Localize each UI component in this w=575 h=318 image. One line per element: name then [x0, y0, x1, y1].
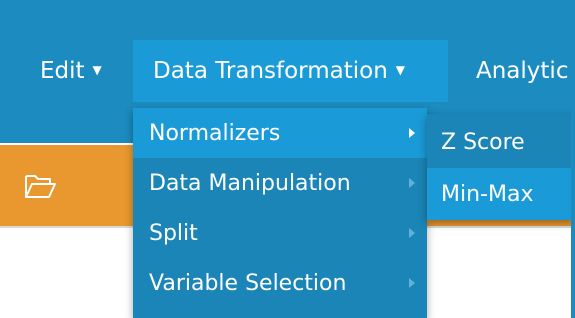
submenu-item-min-max[interactable]: Min-Max: [427, 168, 575, 220]
menu-item-variable-selection[interactable]: Variable Selection: [133, 258, 427, 308]
submenu-item-label: Min-Max: [441, 181, 534, 207]
menu-item-split[interactable]: Split: [133, 208, 427, 258]
chevron-right-icon: [409, 128, 415, 138]
nav-data-transformation-menu[interactable]: Data Transformation ▼: [133, 40, 448, 102]
menu-item-label: Data Manipulation: [149, 170, 351, 196]
submenu-item-label: Z Score: [441, 129, 525, 155]
nav-data-transformation-label: Data Transformation: [153, 58, 388, 84]
menu-item-data-manipulation[interactable]: Data Manipulation: [133, 158, 427, 208]
normalizers-submenu: Z Score Min-Max: [427, 114, 575, 220]
nav-edit-menu[interactable]: Edit ▼: [22, 40, 120, 102]
caret-down-icon: ▼: [92, 63, 102, 77]
nav-analytics-label: Analytic: [476, 58, 569, 84]
menu-item-label: Split: [149, 220, 198, 246]
menu-item-label: Normalizers: [149, 120, 281, 146]
chevron-right-icon: [409, 278, 415, 288]
menu-item-label: Variable Selection: [149, 270, 347, 296]
caret-down-icon: ▼: [395, 63, 406, 77]
menu-item-normalizers[interactable]: Normalizers: [133, 108, 427, 158]
chevron-right-icon: [409, 178, 415, 188]
app-window: Edit ▼ Data Transformation ▼ Analytic No…: [0, 0, 575, 318]
nav-analytics-menu[interactable]: Analytic: [476, 40, 568, 102]
nav-edit-label: Edit: [40, 58, 85, 84]
data-transformation-dropdown: Normalizers Data Manipulation Split Vari…: [133, 108, 427, 318]
chevron-right-icon: [409, 228, 415, 238]
window-right-border: [571, 0, 575, 318]
folder-open-icon[interactable]: [24, 173, 56, 199]
submenu-item-z-score[interactable]: Z Score: [427, 116, 575, 168]
